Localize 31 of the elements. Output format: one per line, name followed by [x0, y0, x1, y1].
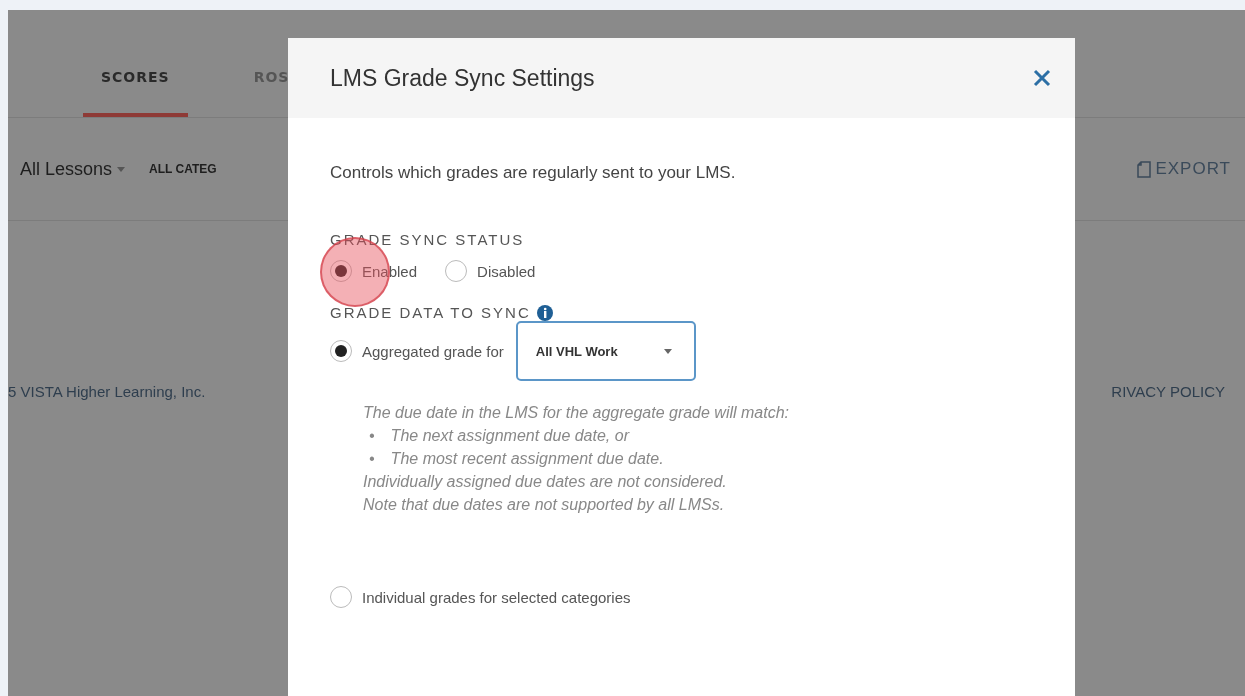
- radio-label: Disabled: [477, 262, 536, 280]
- privacy-policy-link[interactable]: RIVACY POLICY: [1111, 383, 1225, 400]
- note-text: Individually assigned due dates are not considered.: [363, 472, 728, 492]
- radio-label: Individual grades for selected categories: [362, 588, 631, 606]
- radio-button[interactable]: [330, 340, 352, 362]
- note-list-item: The next assignment due date, or: [390, 426, 631, 446]
- grade-scope-dropdown[interactable]: All VHL Work: [515, 321, 696, 381]
- radio-label: Aggregated grade for: [362, 342, 504, 360]
- bullet-marker: •: [369, 449, 376, 469]
- caret-icon: [663, 348, 672, 354]
- dialog-title: LMS Grade Sync Settings: [330, 64, 595, 92]
- close-button[interactable]: [1033, 69, 1051, 87]
- export-button[interactable]: EXPORT: [1137, 159, 1245, 179]
- info-icon[interactable]: [536, 304, 553, 321]
- bullet-marker: •: [369, 426, 376, 446]
- description-text: Controls which grades are regularly sent to your LMS.: [330, 163, 737, 183]
- radio-button[interactable]: [330, 260, 352, 282]
- radio-button[interactable]: [445, 260, 468, 282]
- close-icon: [1033, 69, 1051, 87]
- note-list-item: The most recent assignment due date.: [390, 449, 665, 469]
- copyright-text: 5 VISTA Higher Learning, Inc.: [8, 383, 206, 400]
- note-text: Note that due dates are not supported by all LMSs.: [363, 495, 726, 515]
- section-heading: GRADE DATA TO SYNC: [330, 304, 531, 321]
- lesson-dropdown[interactable]: All Lessons: [20, 158, 126, 180]
- category-dropdown[interactable]: ALL CATEG: [149, 162, 217, 176]
- note-text: The due date in the LMS for the aggregate grade will match:: [363, 403, 791, 423]
- radio-button[interactable]: [330, 586, 352, 608]
- radio-label: Enabled: [362, 262, 418, 280]
- caret-icon: [117, 167, 126, 173]
- tab[interactable]: SCORES: [83, 69, 188, 117]
- document-icon: [1137, 160, 1152, 178]
